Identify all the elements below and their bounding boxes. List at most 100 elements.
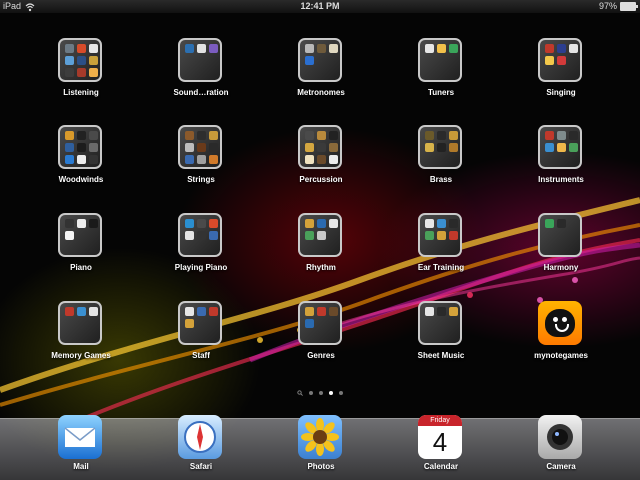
folder-mini-app-icon [305,56,314,65]
folder-mini-app-icon [305,155,314,164]
folder-icon[interactable] [178,125,222,169]
folder-mini-app-icon [209,155,218,164]
folder-icon[interactable] [58,125,102,169]
folder-label: Strings [187,175,215,184]
folder-mini-app-icon [557,56,566,65]
folder-mini-app-icon [209,131,218,140]
dock-app-photos[interactable]: Photos [261,415,381,477]
folder-mini-app-icon [65,44,74,53]
folder-label: Piano [70,263,92,272]
dock-app-camera[interactable]: Camera [501,415,621,477]
home-screen: iPad 12:41 PM 97% Listening Sound…ration M… [0,0,640,480]
page-indicator[interactable] [0,390,640,396]
folder-ear-training[interactable]: Ear Training [381,213,501,283]
folder-mini-app-icon [77,68,86,77]
folder-icon[interactable] [298,38,342,82]
page-dot[interactable] [329,391,333,395]
folder-mini-app-icon [545,219,554,228]
camera-lens-icon[interactable] [538,415,582,459]
folder-mini-app-icon [425,219,434,228]
folder-icon[interactable] [178,213,222,257]
folder-mini-app-icon [557,131,566,140]
folder-icon[interactable] [178,301,222,345]
app-grid: Listening Sound…ration Metronomes Tuners Sin… [0,0,640,400]
folder-tuners[interactable]: Tuners [381,38,501,108]
folder-icon[interactable] [418,213,462,257]
folder-mini-app-icon [317,44,326,53]
folder-memory-games[interactable]: Memory Games [21,301,141,371]
folder-harmony[interactable]: Harmony [501,213,621,283]
folder-percussion[interactable]: Percussion [261,125,381,195]
folder-icon[interactable] [538,125,582,169]
folder-genres[interactable]: Genres [261,301,381,371]
folder-mini-app-icon [425,131,434,140]
app-label: mynotegames [534,351,588,360]
folder-listening[interactable]: Listening [21,38,141,108]
folder-mini-app-icon [197,231,206,240]
dock-app-calendar[interactable]: Friday 4 Calendar [381,415,501,477]
folder-icon[interactable] [298,301,342,345]
folder-strings[interactable]: Strings [141,125,261,195]
folder-label: Sheet Music [417,351,465,360]
folder-mini-app-icon [569,44,578,53]
calendar-icon[interactable]: Friday 4 [418,415,462,459]
folder-mini-app-icon [197,44,206,53]
folder-icon[interactable] [298,125,342,169]
page-dot[interactable] [319,391,323,395]
dock-app-label: Mail [73,462,89,471]
folder-instruments[interactable]: Instruments [501,125,621,195]
folder-mini-app-icon [305,219,314,228]
dock-app-mail[interactable]: Mail [21,415,141,477]
calendar-date-number: 4 [432,427,448,457]
folder-icon[interactable] [418,38,462,82]
sunflower-photos-icon[interactable] [298,415,342,459]
folder-mini-app-icon [197,143,206,152]
folder-mini-app-icon [329,131,338,140]
folder-metronomes[interactable]: Metronomes [261,38,381,108]
folder-mini-app-icon [89,155,98,164]
folder-mini-app-icon [77,131,86,140]
dock-app-label: Photos [307,462,335,471]
search-icon[interactable] [297,390,303,396]
folder-sound-ration[interactable]: Sound…ration [141,38,261,108]
folder-label: Singing [546,88,576,97]
folder-staff[interactable]: Staff [141,301,261,371]
folder-sheet-music[interactable]: Sheet Music [381,301,501,371]
smiley-face-icon[interactable] [538,301,582,345]
folder-mini-app-icon [185,143,194,152]
folder-mini-app-icon [449,44,458,53]
dock-app-safari[interactable]: Safari [141,415,261,477]
folder-singing[interactable]: Singing [501,38,621,108]
folder-icon[interactable] [418,125,462,169]
folder-rhythm[interactable]: Rhythm [261,213,381,283]
mail-envelope-icon[interactable] [58,415,102,459]
folder-playing-piano[interactable]: Playing Piano [141,213,261,283]
folder-mini-app-icon [545,131,554,140]
folder-mini-app-icon [425,44,434,53]
folder-label: Percussion [299,175,343,184]
folder-mini-app-icon [65,131,74,140]
folder-label: Rhythm [306,263,336,272]
page-dot[interactable] [339,391,343,395]
folder-woodwinds[interactable]: Woodwinds [21,125,141,195]
folder-icon[interactable] [538,213,582,257]
folder-mini-app-icon [305,307,314,316]
folder-icon[interactable] [298,213,342,257]
page-dot[interactable] [309,391,313,395]
folder-mini-app-icon [89,219,98,228]
folder-label: Genres [307,351,335,360]
app-mynotegames[interactable]: mynotegames [501,301,621,371]
folder-mini-app-icon [77,56,86,65]
folder-icon[interactable] [538,38,582,82]
safari-compass-icon[interactable] [178,415,222,459]
folder-icon[interactable] [58,301,102,345]
folder-icon[interactable] [58,38,102,82]
folder-icon[interactable] [58,213,102,257]
folder-icon[interactable] [178,38,222,82]
folder-mini-app-icon [197,131,206,140]
folder-label: Metronomes [297,88,345,97]
folder-mini-app-icon [437,131,446,140]
folder-brass[interactable]: Brass [381,125,501,195]
folder-piano[interactable]: Piano [21,213,141,283]
folder-icon[interactable] [418,301,462,345]
